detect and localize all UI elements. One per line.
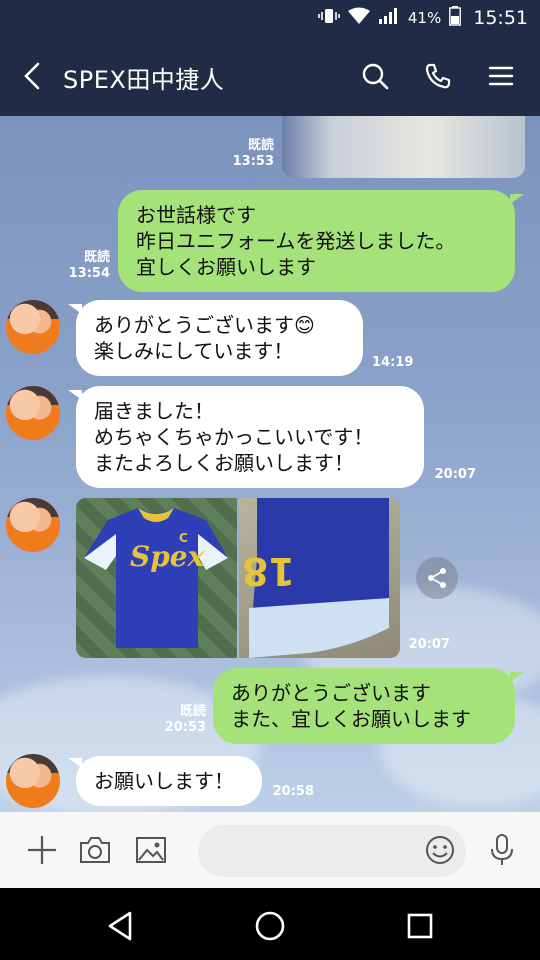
incoming-message-bubble[interactable]: ありがとうございます😊 楽しみにしています！ xyxy=(76,300,363,376)
search-button[interactable] xyxy=(357,58,393,94)
back-button[interactable] xyxy=(14,58,50,94)
timestamp: 14:19 xyxy=(372,355,414,370)
triangle-back-icon xyxy=(108,911,132,941)
wifi-icon xyxy=(347,7,370,30)
avatar[interactable] xyxy=(6,386,60,440)
read-receipt: 既読 xyxy=(83,250,110,265)
avatar[interactable] xyxy=(6,754,60,808)
clock: 15:51 xyxy=(473,7,528,29)
message-text: めちゃくちゃかっこいいです！ xyxy=(94,425,374,449)
bubble-tail xyxy=(510,672,524,682)
bubble-tail xyxy=(510,194,524,204)
message-text: またよろしくお願いします！ xyxy=(94,451,354,475)
image-icon xyxy=(136,837,166,863)
message-text: ありがとうございます xyxy=(231,681,431,705)
system-nav-bar xyxy=(0,888,540,960)
image-button[interactable] xyxy=(133,832,169,868)
sent-image-message[interactable] xyxy=(282,116,525,178)
message-text: また、宜しくお願いします xyxy=(231,707,471,731)
hamburger-menu-icon xyxy=(488,66,514,86)
timestamp: 13:53 xyxy=(232,154,274,169)
jersey-letter: C xyxy=(179,531,188,545)
jersey-back-image: 18 xyxy=(242,498,389,658)
add-button[interactable] xyxy=(24,832,60,868)
battery-percent: 41% xyxy=(407,9,442,27)
incoming-message-bubble[interactable]: 届きました！ めちゃくちゃかっこいいです！ またよろしくお願いします！ xyxy=(76,386,424,488)
avatar[interactable] xyxy=(6,300,60,354)
chevron-left-icon xyxy=(24,62,40,90)
message-input-bar xyxy=(0,812,540,888)
timestamp: 20:53 xyxy=(164,720,206,735)
share-icon xyxy=(428,568,446,588)
nav-back-button[interactable] xyxy=(100,906,140,946)
message-text: ありがとうございます😊 xyxy=(94,313,315,337)
message-meta: 既読 20:53 xyxy=(162,704,206,736)
voice-button[interactable] xyxy=(484,832,520,868)
emoji-button[interactable] xyxy=(422,832,458,868)
read-receipt: 既読 xyxy=(179,704,206,719)
jersey-photo-front[interactable]: Spex C xyxy=(76,498,237,658)
message-text: 宜しくお願いします xyxy=(136,255,316,279)
jersey-text: Spex xyxy=(130,540,205,573)
message-text: 昨日ユニフォームを発送しました。 xyxy=(136,229,456,253)
vibrate-icon xyxy=(318,7,340,30)
status-bar: 41% 15:51 xyxy=(0,0,540,36)
search-icon xyxy=(362,63,389,90)
smiley-icon xyxy=(426,836,454,864)
timestamp: 13:54 xyxy=(68,266,110,281)
signal-icon xyxy=(378,7,400,30)
outgoing-message-bubble[interactable]: ありがとうございます また、宜しくお願いします xyxy=(213,668,515,744)
chat-header: SPEX田中捷人 xyxy=(0,36,540,116)
nav-recents-button[interactable] xyxy=(400,906,440,946)
outgoing-message-bubble[interactable]: お世話様です 昨日ユニフォームを発送しました。 宜しくお願いします xyxy=(118,190,515,292)
phone-icon xyxy=(425,63,451,89)
chat-title: SPEX田中捷人 xyxy=(63,66,225,94)
circle-home-icon xyxy=(255,911,285,941)
message-meta: 既読 13:54 xyxy=(66,250,110,282)
menu-button[interactable] xyxy=(483,58,519,94)
jersey-front-image: Spex C xyxy=(84,508,228,648)
status-icons: 41% 15:51 xyxy=(318,0,528,36)
incoming-message-bubble[interactable]: お願いします！ xyxy=(76,756,262,806)
timestamp: 20:07 xyxy=(434,467,476,482)
camera-icon xyxy=(80,837,110,863)
message-text: 楽しみにしています！ xyxy=(94,339,294,363)
square-recents-icon xyxy=(407,913,433,939)
call-button[interactable] xyxy=(420,58,456,94)
camera-button[interactable] xyxy=(77,832,113,868)
message-text: お世話様です xyxy=(136,203,256,227)
jersey-number: 18 xyxy=(242,549,295,593)
avatar[interactable] xyxy=(6,498,60,552)
message-text: 届きました！ xyxy=(94,399,214,423)
share-button[interactable] xyxy=(416,557,458,599)
chat-area[interactable]: 既読 13:53 既読 13:54 お世話様です 昨日ユニフォームを発送しました… xyxy=(0,116,540,812)
jersey-photo-back[interactable]: 18 xyxy=(239,498,400,658)
nav-home-button[interactable] xyxy=(250,906,290,946)
timestamp: 20:07 xyxy=(408,637,450,652)
message-text: お願いします！ xyxy=(94,769,234,793)
timestamp: 20:58 xyxy=(272,784,314,799)
microphone-icon xyxy=(491,834,513,865)
plus-icon xyxy=(28,836,56,864)
battery-icon xyxy=(449,5,462,31)
read-receipt: 既読 xyxy=(247,138,274,153)
message-meta: 既読 13:53 xyxy=(230,138,274,170)
